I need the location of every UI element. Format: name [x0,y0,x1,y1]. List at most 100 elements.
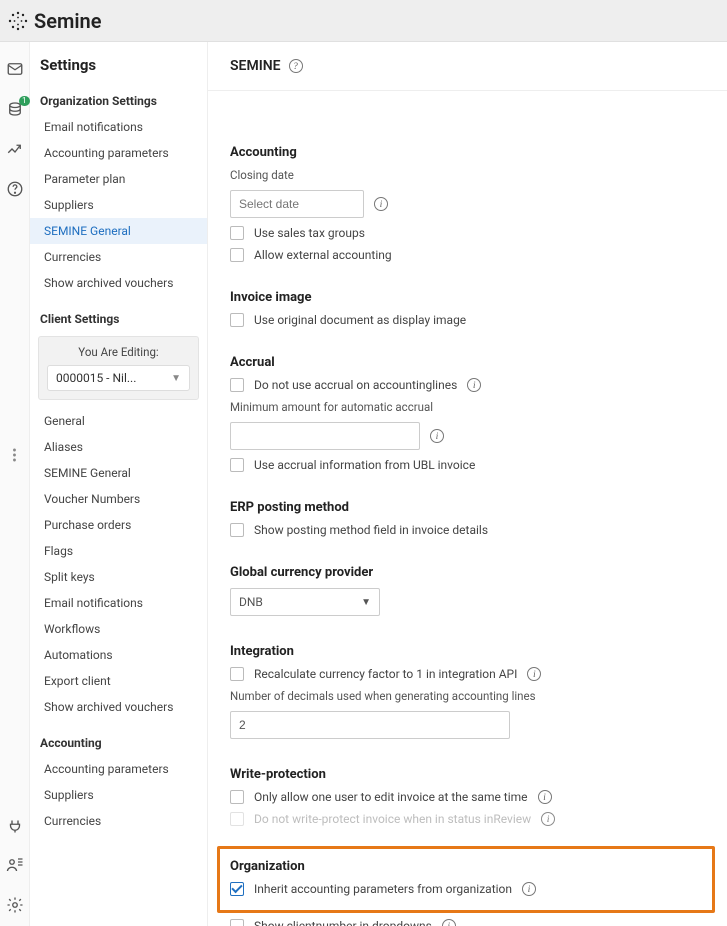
client-nav-list: General Aliases SEMINE General Voucher N… [30,408,207,720]
nav-split-keys[interactable]: Split keys [30,564,207,590]
nav-voucher-numbers[interactable]: Voucher Numbers [30,486,207,512]
nav-client-semine-general[interactable]: SEMINE General [30,460,207,486]
info-icon[interactable]: i [430,429,444,443]
nav-accounting-parameters[interactable]: Accounting parameters [30,140,207,166]
chart-icon[interactable] [6,140,24,158]
chk-inherit-label: Inherit accounting parameters from organ… [254,882,512,896]
group-accounting: Accounting Closing date i Use sales tax … [230,145,705,262]
brand-name: Semine [34,9,101,33]
chk-only-one-label: Only allow one user to edit invoice at t… [254,790,528,804]
decimals-input[interactable] [230,711,510,739]
brand-bar: Semine [0,0,727,42]
help-icon[interactable]: ? [289,59,303,73]
currency-value: DNB [239,595,263,609]
page-header: SEMINE ? [208,42,727,91]
nav-currencies[interactable]: Currencies [30,244,207,270]
main-panel: SEMINE ? Accounting Closing date i Use s… [208,42,727,926]
chk-show-posting[interactable] [230,523,244,537]
group-title-organization: Organization [230,859,702,874]
brand-logo[interactable]: Semine [8,9,101,33]
info-icon[interactable]: i [541,812,555,826]
group-invoice-image: Invoice image Use original document as d… [230,290,705,327]
info-icon[interactable]: i [442,919,456,926]
mail-icon[interactable] [6,60,24,78]
group-title-accounting: Accounting [230,145,705,160]
nav-acc-currencies[interactable]: Currencies [30,808,207,834]
chk-use-original[interactable] [230,313,244,327]
closing-date-label: Closing date [230,168,705,182]
group-title-erp: ERP posting method [230,500,705,515]
plug-icon[interactable] [6,816,24,834]
group-erp: ERP posting method Show posting method f… [230,500,705,537]
chevron-down-icon: ▼ [361,597,371,608]
editing-label: You Are Editing: [47,345,190,359]
editing-selector: You Are Editing: 0000015 - Nil... ▼ [38,336,199,400]
info-icon[interactable]: i [374,197,388,211]
min-amount-input[interactable] [230,422,420,450]
chk-no-accrual-label: Do not use accrual on accountinglines [254,378,457,392]
org-nav-list: Email notifications Accounting parameter… [30,114,207,296]
group-accrual: Accrual Do not use accrual on accounting… [230,355,705,472]
group-write-protection: Write-protection Only allow one user to … [230,767,705,826]
group-title-write-protection: Write-protection [230,767,705,782]
accounting-nav-list: Accounting parameters Suppliers Currenci… [30,756,207,834]
section-org-settings: Organization Settings [30,88,207,114]
more-icon[interactable]: ••• [12,449,17,464]
info-icon[interactable]: i [522,882,536,896]
users-icon[interactable] [6,856,24,874]
chk-sales-tax-label: Use sales tax groups [254,226,365,240]
info-icon[interactable]: i [467,378,481,392]
nav-client-email[interactable]: Email notifications [30,590,207,616]
nav-suppliers[interactable]: Suppliers [30,192,207,218]
help-icon[interactable] [6,180,24,198]
page-title: SEMINE [230,58,281,74]
settings-sidebar: Settings Organization Settings Email not… [30,42,208,926]
money-icon[interactable]: 1 [6,100,24,118]
nav-semine-general[interactable]: SEMINE General [30,218,207,244]
chk-use-ubl[interactable] [230,458,244,472]
chk-allow-external-label: Allow external accounting [254,248,392,262]
editing-dropdown[interactable]: 0000015 - Nil... ▼ [47,365,190,391]
nav-client-archived[interactable]: Show archived vouchers [30,694,207,720]
nav-aliases[interactable]: Aliases [30,434,207,460]
nav-automations[interactable]: Automations [30,642,207,668]
nav-purchase-orders[interactable]: Purchase orders [30,512,207,538]
chk-use-original-label: Use original document as display image [254,313,466,327]
closing-date-input[interactable] [230,190,364,218]
chk-show-posting-label: Show posting method field in invoice det… [254,523,488,537]
group-title-invoice-image: Invoice image [230,290,705,305]
nav-workflows[interactable]: Workflows [30,616,207,642]
nav-acc-parameters[interactable]: Accounting parameters [30,756,207,782]
nav-general[interactable]: General [30,408,207,434]
chk-only-one[interactable] [230,790,244,804]
chk-wp-disabled [230,812,244,826]
chk-use-ubl-label: Use accrual information from UBL invoice [254,458,475,472]
nav-archived-vouchers[interactable]: Show archived vouchers [30,270,207,296]
badge-count: 1 [19,96,30,106]
group-currency: Global currency provider DNB ▼ [230,565,705,616]
section-accounting: Accounting [30,730,207,756]
gear-icon[interactable] [6,896,24,914]
chk-recalc[interactable] [230,667,244,681]
currency-select[interactable]: DNB ▼ [230,588,380,616]
editing-value: 0000015 - Nil... [56,371,136,385]
group-title-currency: Global currency provider [230,565,705,580]
info-icon[interactable]: i [538,790,552,804]
chk-allow-external[interactable] [230,248,244,262]
nav-acc-suppliers[interactable]: Suppliers [30,782,207,808]
info-icon[interactable]: i [527,667,541,681]
chk-inherit[interactable] [230,882,244,896]
chk-show-clientnum[interactable] [230,919,244,926]
chk-sales-tax[interactable] [230,226,244,240]
nav-parameter-plan[interactable]: Parameter plan [30,166,207,192]
chk-no-accrual[interactable] [230,378,244,392]
icon-rail: 1 ••• [0,42,30,926]
nav-email-notifications[interactable]: Email notifications [30,114,207,140]
group-title-accrual: Accrual [230,355,705,370]
chevron-down-icon: ▼ [171,373,181,384]
chk-recalc-label: Recalculate currency factor to 1 in inte… [254,667,517,681]
nav-flags[interactable]: Flags [30,538,207,564]
nav-export-client[interactable]: Export client [30,668,207,694]
group-integration: Integration Recalculate currency factor … [230,644,705,739]
group-title-integration: Integration [230,644,705,659]
